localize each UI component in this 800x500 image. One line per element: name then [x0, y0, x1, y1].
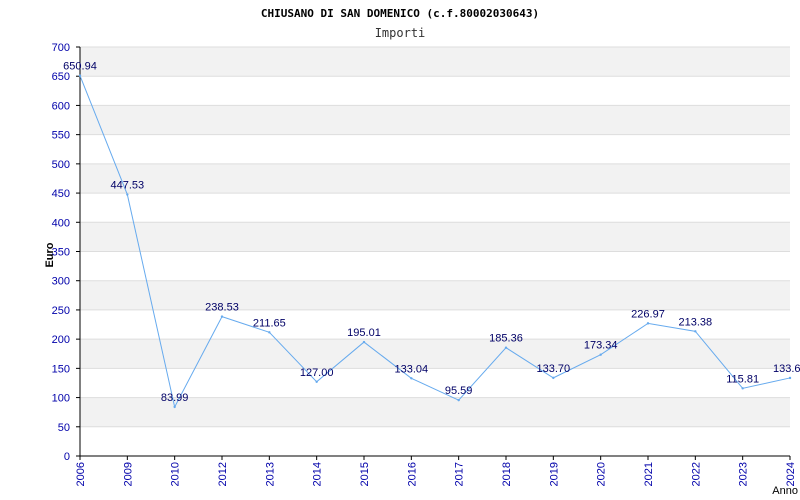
x-tick-label: 2020	[596, 462, 608, 486]
data-point	[126, 193, 129, 196]
y-tick-label: 100	[52, 393, 70, 405]
data-label: 83.99	[161, 392, 189, 404]
data-label: 195.01	[347, 327, 381, 339]
x-tick-label: 2023	[738, 462, 750, 486]
plot-bands	[80, 47, 790, 427]
data-point	[220, 315, 224, 318]
x-tick-label: 2021	[643, 462, 655, 486]
y-tick-label: 250	[52, 305, 70, 317]
x-tick-label: 2022	[690, 462, 702, 486]
x-tick-label: 2015	[359, 462, 371, 486]
data-point	[552, 376, 555, 380]
data-label: 95.59	[445, 385, 473, 397]
data-label: 127.00	[300, 367, 334, 379]
data-point	[694, 330, 697, 333]
y-tick-label: 150	[52, 363, 70, 375]
data-point	[504, 346, 508, 349]
data-label: 226.97	[631, 308, 665, 320]
plot-band	[80, 163, 790, 194]
data-label: 173.34	[584, 340, 618, 352]
data-point	[268, 331, 271, 334]
x-tick-label: 2018	[501, 462, 513, 486]
data-point	[78, 74, 82, 77]
x-tick-label: 2012	[217, 462, 229, 486]
y-tick-label: 400	[52, 217, 70, 229]
y-tick-label: 50	[58, 422, 70, 434]
data-label: 650.94	[63, 61, 97, 73]
data-point	[788, 376, 792, 380]
data-label: 447.53	[111, 180, 145, 192]
data-point	[457, 398, 460, 402]
x-axis-label: Anno	[772, 485, 798, 497]
x-tick-label: 2019	[548, 462, 560, 486]
plot-band	[80, 339, 790, 369]
data-point	[362, 340, 366, 344]
x-tick-labels: 2006 2009 2010 2012 2013 2014 2015 2016 2017 2018…	[75, 456, 797, 486]
y-tick-label: 500	[52, 159, 70, 171]
y-axis-label: Euro	[44, 242, 56, 267]
x-tick-label: 2010	[170, 462, 182, 486]
y-tick-label: 600	[52, 100, 70, 112]
line-chart: CHIUSANO DI SAN DOMENICO (c.f.8000203064…	[44, 7, 800, 497]
x-tick-label: 2014	[312, 462, 324, 486]
data-point	[646, 322, 650, 325]
x-tick-label: 2009	[122, 462, 134, 486]
y-tick-label: 0	[64, 451, 70, 463]
y-tick-label: 450	[52, 188, 70, 200]
data-label: 133.04	[395, 363, 429, 375]
y-tick-label: 550	[52, 130, 70, 142]
y-tick-label: 700	[52, 42, 70, 54]
chart-title: CHIUSANO DI SAN DOMENICO (c.f.8000203064…	[261, 7, 539, 20]
data-label: 211.65	[253, 317, 286, 329]
plot-band	[80, 280, 790, 310]
data-label: 213.38	[679, 316, 713, 328]
data-point	[410, 377, 413, 380]
y-tick-label: 650	[52, 71, 70, 83]
plot-band	[80, 105, 790, 135]
data-label: 185.36	[489, 333, 523, 345]
data-point	[173, 405, 176, 409]
x-tick-label: 2017	[454, 462, 466, 486]
data-label: 133.6	[773, 363, 800, 375]
x-tick-label: 2013	[264, 462, 276, 486]
plot-band	[80, 47, 790, 77]
y-tick-label: 200	[52, 334, 70, 346]
chart-subtitle: Importi	[375, 26, 426, 40]
data-point	[599, 353, 602, 356]
x-tick-label: 2006	[75, 462, 87, 486]
x-tick-label: 2024	[785, 462, 797, 486]
data-label: 115.81	[726, 373, 759, 385]
data-label: 133.70	[537, 363, 571, 375]
data-point	[315, 380, 318, 383]
x-tick-label: 2016	[406, 462, 418, 486]
plot-band	[80, 222, 790, 252]
y-tick-label: 300	[52, 276, 70, 288]
data-label: 238.53	[205, 302, 239, 314]
data-point	[741, 387, 744, 390]
